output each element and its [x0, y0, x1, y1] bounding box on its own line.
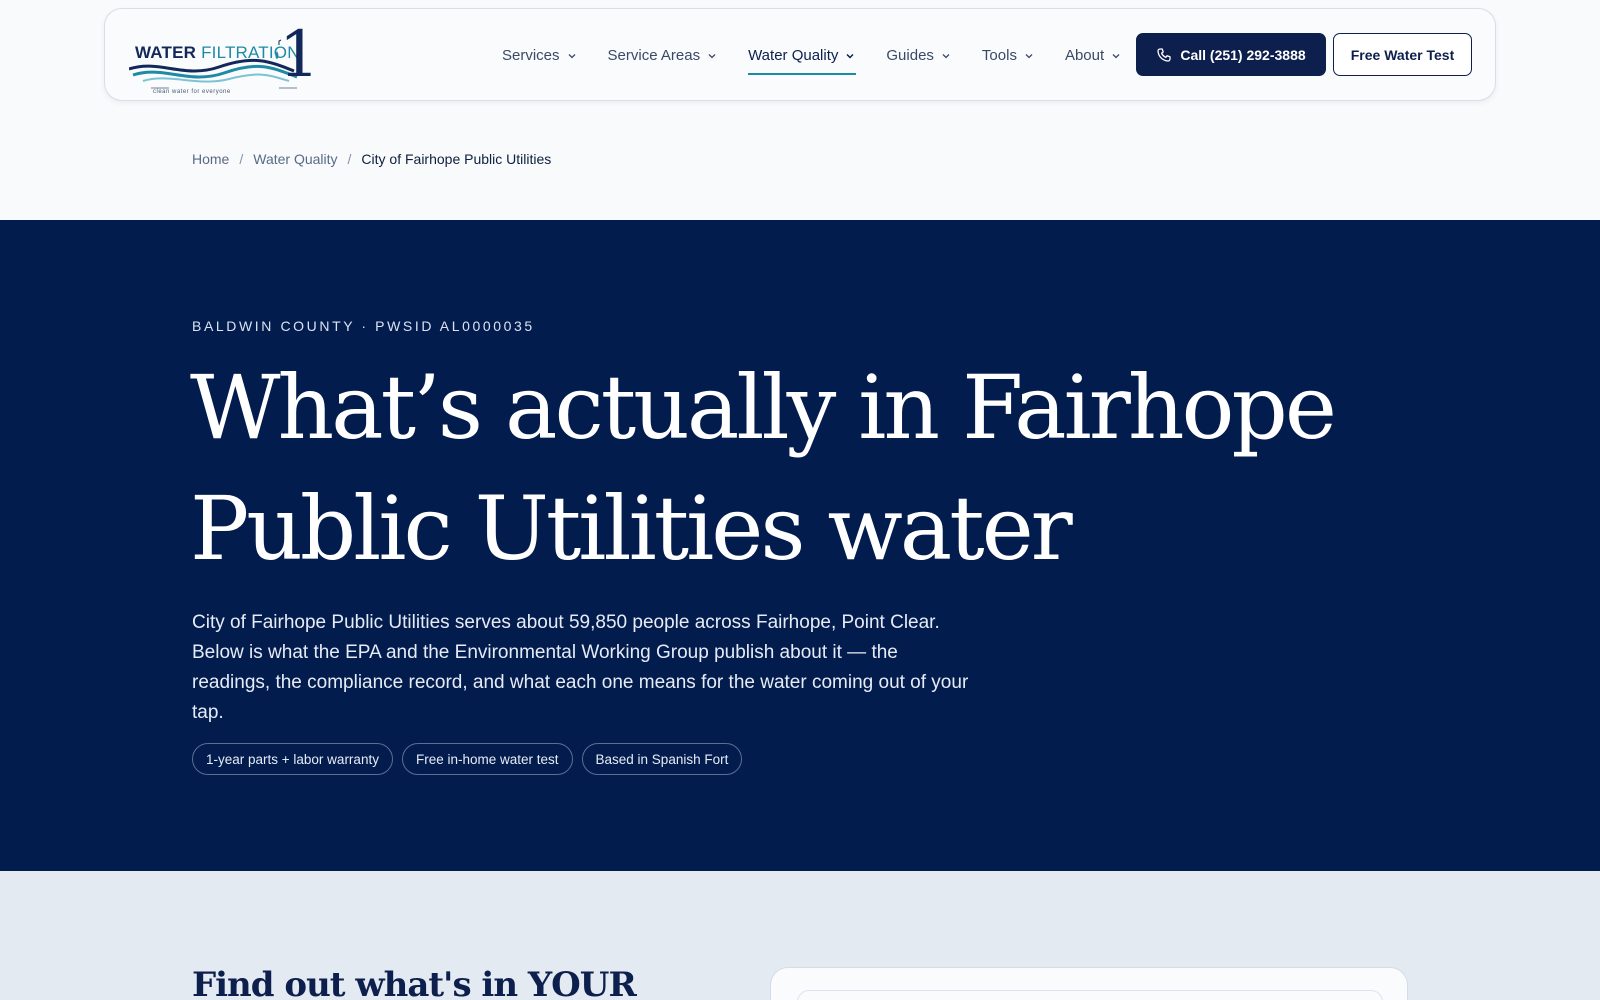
call-button-label: Call (251) 292-3888: [1180, 46, 1306, 63]
breadcrumb: Home / Water Quality / City of Fairhope …: [192, 151, 551, 167]
hero-section: BALDWIN COUNTY · PWSID AL0000035 What’s …: [0, 220, 1600, 871]
lookup-input-area[interactable]: [797, 990, 1383, 1000]
nav-item-label: Services: [502, 47, 560, 64]
site-header: WATER FILTRATION 1 clean water for every…: [104, 8, 1496, 101]
logo-wordmark: WATER FILTRATION: [135, 43, 300, 63]
hero-description: City of Fairhope Public Utilities serves…: [192, 612, 969, 723]
lookup-card: [770, 967, 1408, 1000]
breadcrumb-separator: /: [239, 151, 244, 167]
phone-icon: [1157, 47, 1171, 62]
chevron-down-icon: [846, 53, 854, 59]
chevron-down-icon: [568, 53, 575, 58]
free-water-test-button[interactable]: Free Water Test: [1333, 33, 1472, 76]
breadcrumb-current: City of Fairhope Public Utilities: [361, 151, 552, 167]
find-out-section: Find out what's in YOUR: [0, 871, 1600, 1000]
call-phone-button[interactable]: Call (251) 292-3888: [1136, 33, 1326, 76]
badge-location: Based in Spanish Fort: [581, 743, 743, 775]
nav-item-label: Water Quality: [748, 47, 839, 64]
chevron-down-icon: [708, 53, 716, 58]
nav-item-label: Tools: [981, 47, 1017, 64]
breadcrumb-separator: /: [347, 151, 352, 167]
section-title: Find out what's in YOUR: [192, 965, 637, 1000]
breadcrumb-water-quality-link[interactable]: Water Quality: [253, 151, 337, 167]
nav-item-services[interactable]: Services: [502, 42, 578, 70]
logo-tagline: clean water for everyone: [153, 89, 231, 95]
badge-warranty: 1-year parts + labor warranty: [192, 743, 393, 775]
chevron-down-icon: [942, 53, 950, 58]
nav-item-water-quality[interactable]: Water Quality: [748, 42, 857, 75]
logo-word-water: WATER: [135, 43, 197, 62]
page-title: What’s actually in Fairhope Public Utili…: [190, 356, 1337, 580]
water-filtration-1-logo[interactable]: WATER FILTRATION 1 clean water for every…: [129, 18, 320, 95]
nav-item-label: Service Areas: [607, 47, 701, 64]
nav-item-guides[interactable]: Guides: [886, 42, 952, 70]
badge-free-test: Free in-home water test: [401, 743, 573, 775]
main-nav: Services Service Areas Water Quality Gui…: [502, 9, 1152, 102]
breadcrumb-home-link[interactable]: Home: [192, 151, 229, 167]
nav-item-service-areas[interactable]: Service Areas: [608, 42, 719, 70]
chevron-down-icon: [1025, 53, 1033, 58]
hero-badges: 1-year parts + labor warranty Free in-ho…: [192, 743, 751, 775]
logo-numeral: 1: [279, 18, 320, 92]
hero-eyebrow: BALDWIN COUNTY · PWSID AL0000035: [192, 318, 535, 334]
nav-item-label: Guides: [886, 47, 934, 64]
nav-item-tools[interactable]: Tools: [982, 42, 1035, 70]
nav-item-label: About: [1064, 47, 1105, 64]
nav-item-about[interactable]: About: [1065, 42, 1122, 70]
chevron-down-icon: [1112, 53, 1120, 58]
